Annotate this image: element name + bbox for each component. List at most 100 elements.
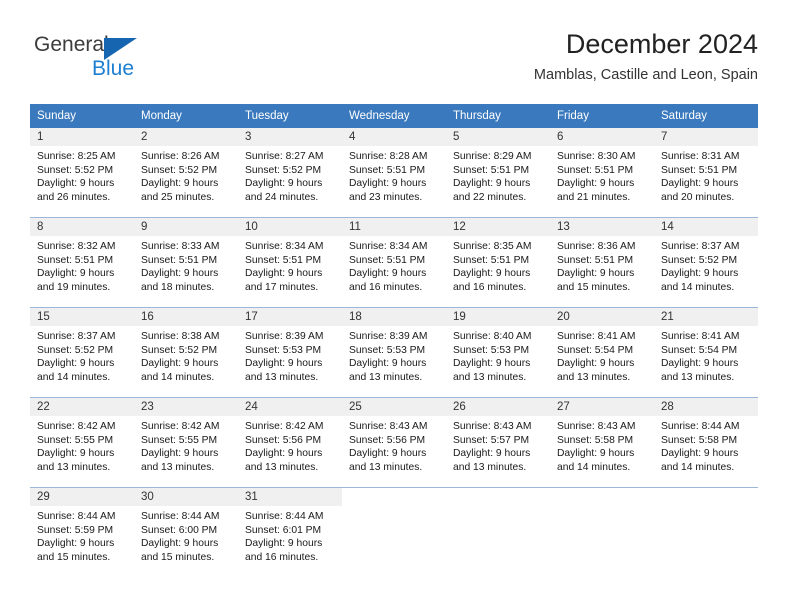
- title-block: December 2024 Mamblas, Castille and Leon…: [534, 28, 758, 85]
- day-cell[interactable]: 3 Sunrise: 8:27 AM Sunset: 5:52 PM Dayli…: [238, 128, 342, 217]
- day-cell[interactable]: 1 Sunrise: 8:25 AM Sunset: 5:52 PM Dayli…: [30, 128, 134, 217]
- daylight-text-line2: and 21 minutes.: [557, 191, 631, 203]
- day-cell[interactable]: 24 Sunrise: 8:42 AM Sunset: 5:56 PM Dayl…: [238, 398, 342, 487]
- daylight-text-line2: and 22 minutes.: [453, 191, 527, 203]
- daylight-text-line2: and 16 minutes.: [453, 281, 527, 293]
- sunrise-text: Sunrise: 8:38 AM: [141, 331, 220, 342]
- day-number: 21: [654, 308, 758, 326]
- day-cell[interactable]: 25 Sunrise: 8:43 AM Sunset: 5:56 PM Dayl…: [342, 398, 446, 487]
- sunrise-text: Sunrise: 8:43 AM: [349, 421, 428, 432]
- day-cell[interactable]: 22 Sunrise: 8:42 AM Sunset: 5:55 PM Dayl…: [30, 398, 134, 487]
- sunrise-text: Sunrise: 8:43 AM: [557, 421, 636, 432]
- day-cell[interactable]: 2 Sunrise: 8:26 AM Sunset: 5:52 PM Dayli…: [134, 128, 238, 217]
- sunset-text: Sunset: 5:55 PM: [37, 434, 114, 446]
- daylight-text-line1: Daylight: 9 hours: [557, 448, 635, 460]
- sunset-text: Sunset: 5:51 PM: [349, 164, 426, 176]
- day-number: 28: [654, 398, 758, 416]
- day-number: [550, 488, 654, 506]
- day-cell[interactable]: 29 Sunrise: 8:44 AM Sunset: 5:59 PM Dayl…: [30, 488, 134, 577]
- sunrise-text: Sunrise: 8:25 AM: [37, 151, 116, 162]
- daylight-text-line1: Daylight: 9 hours: [37, 538, 115, 550]
- day-cell[interactable]: 26 Sunrise: 8:43 AM Sunset: 5:57 PM Dayl…: [446, 398, 550, 487]
- day-details: Sunrise: 8:26 AM Sunset: 5:52 PM Dayligh…: [134, 146, 238, 204]
- daylight-text-line1: Daylight: 9 hours: [349, 268, 427, 280]
- daylight-text-line1: Daylight: 9 hours: [453, 358, 531, 370]
- day-number: 1: [30, 128, 134, 146]
- day-details: Sunrise: 8:43 AM Sunset: 5:56 PM Dayligh…: [342, 416, 446, 474]
- day-cell[interactable]: 7 Sunrise: 8:31 AM Sunset: 5:51 PM Dayli…: [654, 128, 758, 217]
- day-details: Sunrise: 8:27 AM Sunset: 5:52 PM Dayligh…: [238, 146, 342, 204]
- day-cell[interactable]: 31 Sunrise: 8:44 AM Sunset: 6:01 PM Dayl…: [238, 488, 342, 577]
- day-cell[interactable]: 16 Sunrise: 8:38 AM Sunset: 5:52 PM Dayl…: [134, 308, 238, 397]
- daylight-text-line2: and 13 minutes.: [37, 461, 111, 473]
- day-cell[interactable]: 6 Sunrise: 8:30 AM Sunset: 5:51 PM Dayli…: [550, 128, 654, 217]
- logo-word-general: General: [34, 33, 109, 56]
- daylight-text-line2: and 14 minutes.: [141, 371, 215, 383]
- day-details: Sunrise: 8:34 AM Sunset: 5:51 PM Dayligh…: [238, 236, 342, 294]
- page-header: General Blue December 2024 Mamblas, Cast…: [0, 0, 792, 100]
- day-cell[interactable]: 10 Sunrise: 8:34 AM Sunset: 5:51 PM Dayl…: [238, 218, 342, 307]
- daylight-text-line2: and 18 minutes.: [141, 281, 215, 293]
- sunrise-text: Sunrise: 8:42 AM: [245, 421, 324, 432]
- day-cell[interactable]: 15 Sunrise: 8:37 AM Sunset: 5:52 PM Dayl…: [30, 308, 134, 397]
- daylight-text-line1: Daylight: 9 hours: [557, 178, 635, 190]
- daylight-text-line1: Daylight: 9 hours: [661, 358, 739, 370]
- sunset-text: Sunset: 5:51 PM: [245, 254, 322, 266]
- sunset-text: Sunset: 5:51 PM: [557, 254, 634, 266]
- page-subtitle: Mamblas, Castille and Leon, Spain: [533, 67, 758, 83]
- day-cell[interactable]: 23 Sunrise: 8:42 AM Sunset: 5:55 PM Dayl…: [134, 398, 238, 487]
- day-cell[interactable]: 13 Sunrise: 8:36 AM Sunset: 5:51 PM Dayl…: [550, 218, 654, 307]
- day-cell[interactable]: 12 Sunrise: 8:35 AM Sunset: 5:51 PM Dayl…: [446, 218, 550, 307]
- sunset-text: Sunset: 5:53 PM: [349, 344, 426, 356]
- sunrise-text: Sunrise: 8:44 AM: [245, 511, 324, 522]
- day-details: Sunrise: 8:28 AM Sunset: 5:51 PM Dayligh…: [342, 146, 446, 204]
- day-cell[interactable]: 4 Sunrise: 8:28 AM Sunset: 5:51 PM Dayli…: [342, 128, 446, 217]
- day-cell[interactable]: 11 Sunrise: 8:34 AM Sunset: 5:51 PM Dayl…: [342, 218, 446, 307]
- sunset-text: Sunset: 5:59 PM: [37, 524, 114, 536]
- day-details: Sunrise: 8:30 AM Sunset: 5:51 PM Dayligh…: [550, 146, 654, 204]
- day-cell[interactable]: 18 Sunrise: 8:39 AM Sunset: 5:53 PM Dayl…: [342, 308, 446, 397]
- sunset-text: Sunset: 5:54 PM: [557, 344, 634, 356]
- sunrise-text: Sunrise: 8:44 AM: [37, 511, 116, 522]
- day-details: Sunrise: 8:32 AM Sunset: 5:51 PM Dayligh…: [30, 236, 134, 294]
- sunset-text: Sunset: 5:52 PM: [245, 164, 322, 176]
- daylight-text-line2: and 13 minutes.: [349, 371, 423, 383]
- day-cell[interactable]: 14 Sunrise: 8:37 AM Sunset: 5:52 PM Dayl…: [654, 218, 758, 307]
- daylight-text-line1: Daylight: 9 hours: [37, 178, 115, 190]
- day-number: 13: [550, 218, 654, 236]
- sunrise-text: Sunrise: 8:31 AM: [661, 151, 740, 162]
- sunrise-text: Sunrise: 8:30 AM: [557, 151, 636, 162]
- day-cell[interactable]: 17 Sunrise: 8:39 AM Sunset: 5:53 PM Dayl…: [238, 308, 342, 397]
- day-number: 4: [342, 128, 446, 146]
- day-cell[interactable]: 19 Sunrise: 8:40 AM Sunset: 5:53 PM Dayl…: [446, 308, 550, 397]
- sunrise-text: Sunrise: 8:44 AM: [661, 421, 740, 432]
- daylight-text-line2: and 26 minutes.: [37, 191, 111, 203]
- daylight-text-line2: and 13 minutes.: [141, 461, 215, 473]
- day-number: 30: [134, 488, 238, 506]
- sunrise-text: Sunrise: 8:41 AM: [557, 331, 636, 342]
- week-row: 1 Sunrise: 8:25 AM Sunset: 5:52 PM Dayli…: [30, 128, 758, 217]
- daylight-text-line1: Daylight: 9 hours: [661, 178, 739, 190]
- day-cell[interactable]: 21 Sunrise: 8:41 AM Sunset: 5:54 PM Dayl…: [654, 308, 758, 397]
- weekday-header-friday: Friday: [557, 110, 589, 122]
- generalblue-logo[interactable]: General Blue: [34, 33, 164, 83]
- daylight-text-line2: and 13 minutes.: [245, 371, 319, 383]
- day-cell[interactable]: 5 Sunrise: 8:29 AM Sunset: 5:51 PM Dayli…: [446, 128, 550, 217]
- day-cell-empty: [342, 488, 446, 577]
- day-cell[interactable]: 8 Sunrise: 8:32 AM Sunset: 5:51 PM Dayli…: [30, 218, 134, 307]
- daylight-text-line2: and 20 minutes.: [661, 191, 735, 203]
- day-number: 29: [30, 488, 134, 506]
- sunrise-text: Sunrise: 8:37 AM: [661, 241, 740, 252]
- day-details: Sunrise: 8:25 AM Sunset: 5:52 PM Dayligh…: [30, 146, 134, 204]
- day-cell[interactable]: 20 Sunrise: 8:41 AM Sunset: 5:54 PM Dayl…: [550, 308, 654, 397]
- sunrise-text: Sunrise: 8:40 AM: [453, 331, 532, 342]
- day-details: Sunrise: 8:41 AM Sunset: 5:54 PM Dayligh…: [654, 326, 758, 384]
- day-cell[interactable]: 27 Sunrise: 8:43 AM Sunset: 5:58 PM Dayl…: [550, 398, 654, 487]
- day-cell[interactable]: 30 Sunrise: 8:44 AM Sunset: 6:00 PM Dayl…: [134, 488, 238, 577]
- sunset-text: Sunset: 5:51 PM: [141, 254, 218, 266]
- day-number: 14: [654, 218, 758, 236]
- daylight-text-line1: Daylight: 9 hours: [245, 448, 323, 460]
- day-number: [446, 488, 550, 506]
- day-cell[interactable]: 28 Sunrise: 8:44 AM Sunset: 5:58 PM Dayl…: [654, 398, 758, 487]
- day-cell[interactable]: 9 Sunrise: 8:33 AM Sunset: 5:51 PM Dayli…: [134, 218, 238, 307]
